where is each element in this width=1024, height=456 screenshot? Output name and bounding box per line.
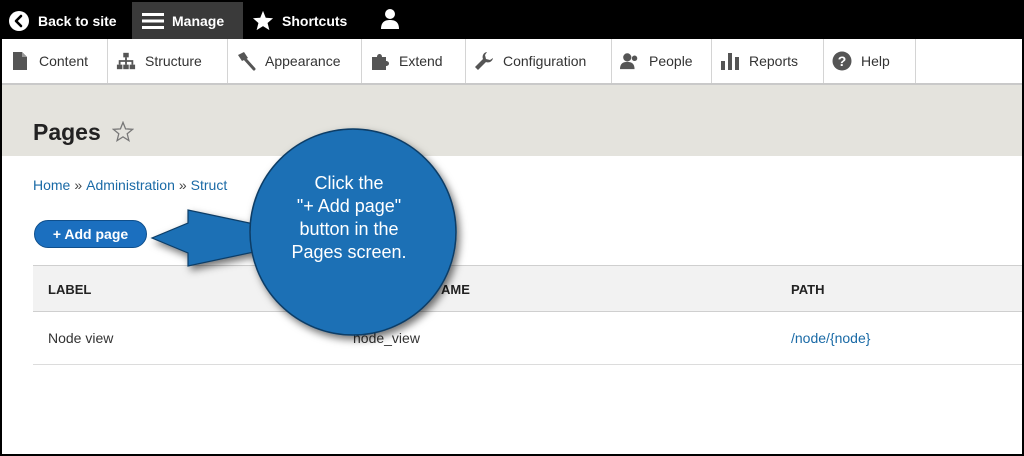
row-label: Node view xyxy=(48,330,114,346)
column-header-name[interactable]: AME xyxy=(441,282,470,297)
add-to-shortcuts-star-icon[interactable] xyxy=(111,120,135,146)
table-row: Node view node_view /node/{node} xyxy=(33,312,1022,365)
breadcrumb-structure-link[interactable]: Struct xyxy=(191,177,228,193)
menu-item-content[interactable]: Content xyxy=(2,39,108,83)
paintbrush-icon xyxy=(236,51,256,71)
manage-tab[interactable]: Manage xyxy=(132,2,243,39)
menu-item-label: Content xyxy=(39,53,89,69)
callout-line: Pages screen. xyxy=(291,242,407,262)
user-icon xyxy=(380,8,400,33)
wrench-icon xyxy=(474,51,494,71)
menu-item-label: Reports xyxy=(749,53,799,69)
bar-chart-icon xyxy=(720,51,740,71)
menu-item-structure[interactable]: Structure xyxy=(108,39,228,83)
shortcuts-label: Shortcuts xyxy=(282,12,348,29)
callout-line: "+ Add page" xyxy=(296,196,402,216)
breadcrumb-separator: » xyxy=(74,177,83,193)
admin-menu: Content Structure Appearance Extend Conf… xyxy=(2,39,1022,85)
help-icon: ? xyxy=(832,51,852,71)
menu-item-extend[interactable]: Extend xyxy=(362,39,466,83)
back-arrow-icon xyxy=(8,10,30,32)
callout-line: Click the xyxy=(314,173,384,193)
menu-item-label: Extend xyxy=(399,53,443,69)
row-path-prefix: /node/ xyxy=(791,330,830,346)
menu-item-configuration[interactable]: Configuration xyxy=(466,39,612,83)
breadcrumb-home-link[interactable]: Home xyxy=(33,177,70,193)
hamburger-menu-icon xyxy=(142,12,164,30)
menu-item-appearance[interactable]: Appearance xyxy=(228,39,362,83)
row-path-link[interactable]: /node/{node} xyxy=(791,330,870,346)
star-icon xyxy=(252,10,274,31)
structure-icon xyxy=(116,51,136,71)
menu-item-label: Appearance xyxy=(265,53,341,69)
admin-toolbar: Back to site Manage Shortcuts xyxy=(2,2,1022,39)
menu-item-label: Structure xyxy=(145,53,202,69)
row-machine-name: node_view xyxy=(353,330,420,346)
content-page-icon xyxy=(10,51,30,71)
app-window: Back to site Manage Shortcuts Content St… xyxy=(2,2,1022,454)
menu-item-people[interactable]: People xyxy=(612,39,712,83)
breadcrumb: Home» Administration» Struct xyxy=(33,177,227,193)
menu-item-label: Configuration xyxy=(503,53,587,69)
column-header-label[interactable]: LABEL xyxy=(48,282,91,297)
pages-table: LABEL AME PATH Node view node_view /node… xyxy=(33,265,1022,365)
table-header: LABEL AME PATH xyxy=(33,265,1022,312)
menu-item-help[interactable]: ? Help xyxy=(824,39,916,83)
svg-text:?: ? xyxy=(838,53,847,69)
puzzle-icon xyxy=(370,51,390,71)
callout-line: button in the xyxy=(299,219,399,239)
menu-item-label: People xyxy=(649,53,693,69)
breadcrumb-administration-link[interactable]: Administration xyxy=(86,177,175,193)
manage-label: Manage xyxy=(172,12,225,29)
menu-item-label: Help xyxy=(861,53,890,69)
breadcrumb-separator: » xyxy=(178,177,187,193)
shortcuts-tab[interactable]: Shortcuts xyxy=(246,2,366,39)
column-header-path[interactable]: PATH xyxy=(791,282,824,297)
user-account-tab[interactable] xyxy=(370,2,410,39)
page-title: Pages xyxy=(33,119,101,145)
add-page-button[interactable]: + Add page xyxy=(34,220,147,248)
page-header: Pages xyxy=(2,85,1022,156)
back-to-site-link[interactable]: Back to site xyxy=(2,2,128,39)
back-to-site-label: Back to site xyxy=(38,12,117,29)
row-path-param: {node} xyxy=(829,330,871,346)
callout-text: Click the "+ Add page" button in the Pag… xyxy=(264,172,434,264)
menu-item-reports[interactable]: Reports xyxy=(712,39,824,83)
people-icon xyxy=(620,51,640,71)
